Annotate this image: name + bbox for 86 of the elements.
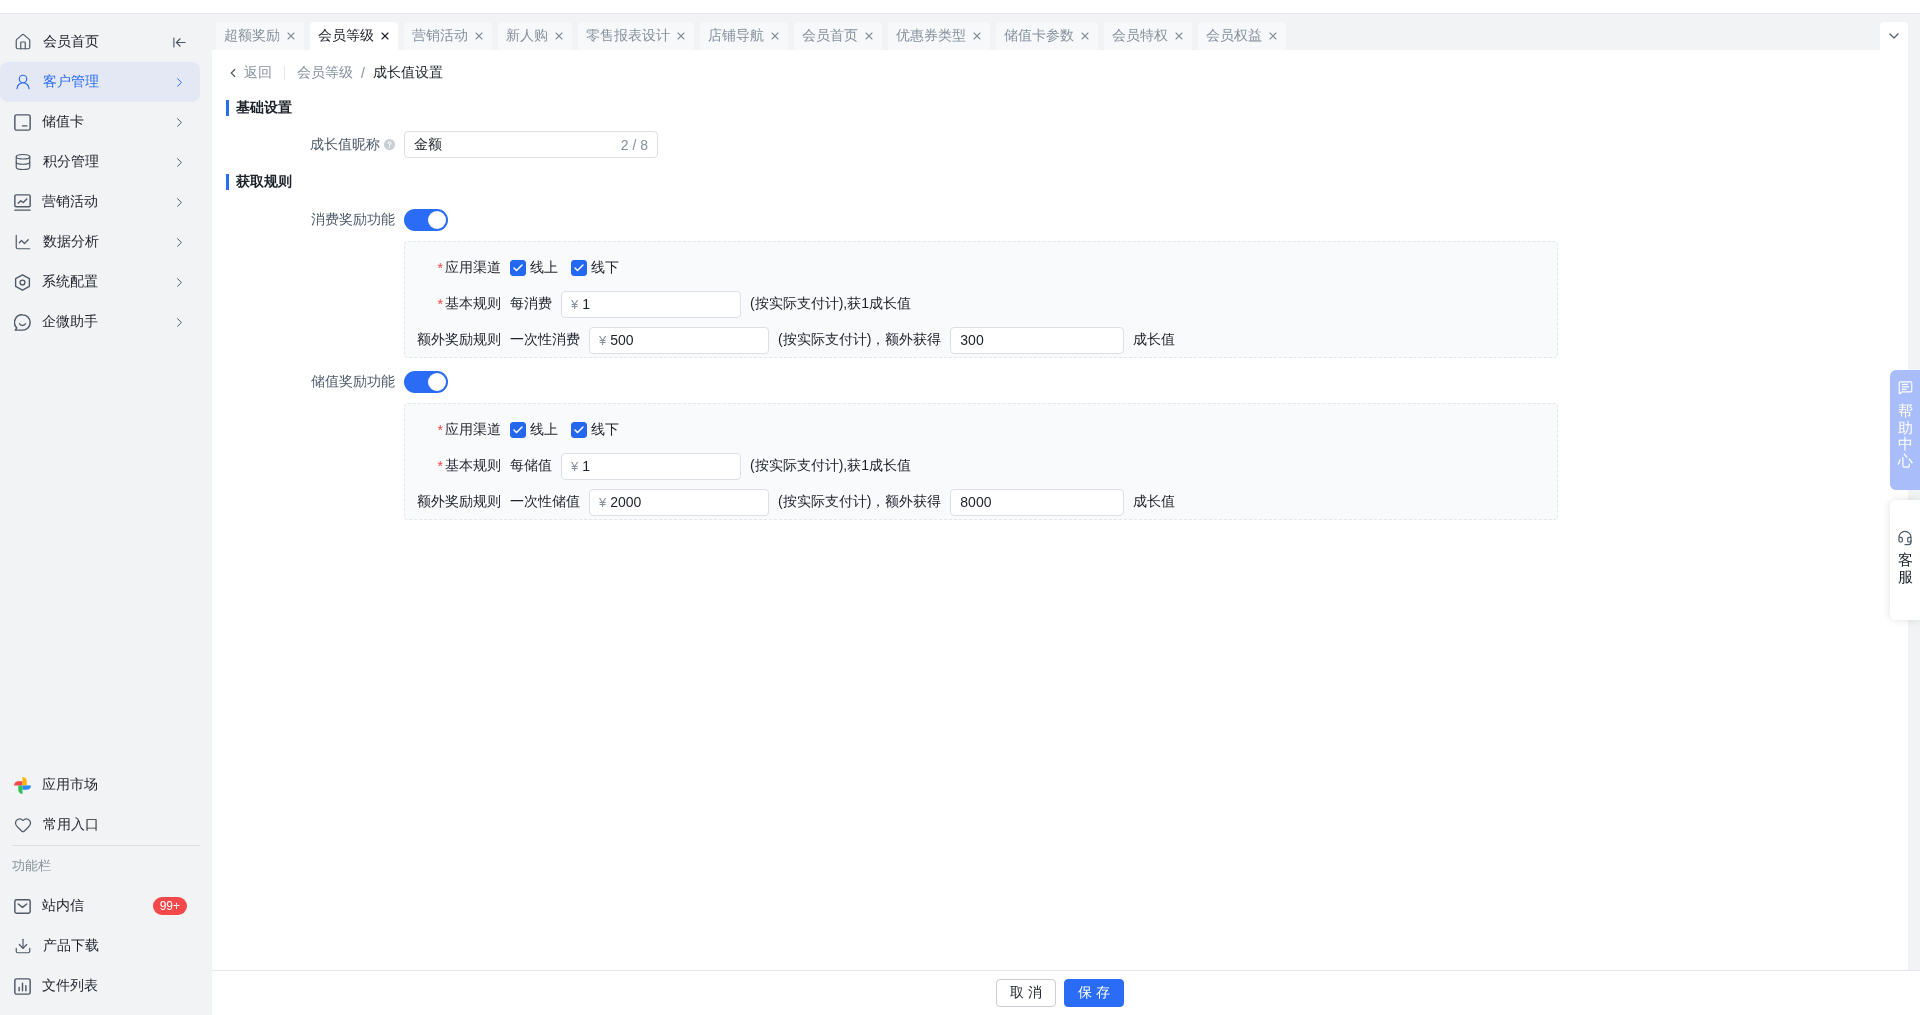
unit-label: 成长值 bbox=[1133, 331, 1176, 349]
pinwheel-icon bbox=[14, 776, 31, 794]
line-chart-icon bbox=[14, 233, 32, 251]
sidebar-item[interactable]: 产品下载 bbox=[0, 926, 200, 966]
form-label: 额外奖励规则 bbox=[417, 493, 501, 511]
save-button[interactable]: 保 存 bbox=[1064, 979, 1124, 1007]
toggle-switch[interactable] bbox=[404, 209, 448, 231]
headset-icon bbox=[1897, 530, 1913, 546]
breadcrumb-separator: / bbox=[361, 65, 365, 81]
checkbox[interactable] bbox=[571, 422, 587, 438]
message-icon bbox=[1897, 380, 1913, 395]
rule-text: 每储值 bbox=[510, 457, 552, 475]
checkbox[interactable] bbox=[510, 422, 526, 438]
hexagon-icon bbox=[14, 273, 31, 291]
chat-bubble-icon bbox=[14, 313, 31, 331]
sidebar-item[interactable]: 客户管理 bbox=[0, 62, 200, 102]
form-label: 储值奖励功能 bbox=[311, 373, 395, 391]
sidebar-item[interactable]: 储值卡 bbox=[0, 102, 200, 142]
checkbox-label: 线上 bbox=[530, 259, 558, 277]
unit-label: 成长值 bbox=[1133, 493, 1176, 511]
rule-text: 一次性消费 bbox=[510, 331, 580, 349]
section-label: 功能栏 bbox=[11, 857, 52, 875]
sidebar-item[interactable]: 文件列表 bbox=[0, 966, 200, 1006]
back-link[interactable]: 返回 bbox=[226, 64, 272, 82]
checkbox-label: 线下 bbox=[591, 259, 619, 277]
rule-text: 每消费 bbox=[510, 295, 552, 313]
help-icon bbox=[384, 139, 395, 150]
form-label: 消费奖励功能 bbox=[311, 211, 395, 229]
download-icon bbox=[14, 937, 32, 955]
sidebar-item[interactable]: 数据分析 bbox=[0, 222, 200, 262]
sidebar-item[interactable]: 系统配置 bbox=[0, 262, 200, 302]
form-label: 基本规则 bbox=[445, 457, 501, 475]
amount-input[interactable]: ¥ 1 bbox=[561, 290, 741, 318]
toggle-switch[interactable] bbox=[404, 371, 448, 393]
screen-chart-icon bbox=[14, 193, 31, 211]
check-icon bbox=[573, 262, 585, 274]
nickname-field[interactable]: 金额 2 / 8 bbox=[404, 131, 658, 158]
sidebar-item[interactable]: 企微助手 bbox=[0, 302, 200, 342]
amount-input[interactable]: ¥ 2000 bbox=[589, 488, 769, 516]
rule-note: (按实际支付计),获1成长值 bbox=[750, 457, 911, 475]
sidebar-item[interactable]: 积分管理 bbox=[0, 142, 200, 182]
sidebar-item[interactable]: 站内信 99+ bbox=[0, 886, 200, 926]
close-icon[interactable] bbox=[379, 30, 391, 42]
check-icon bbox=[512, 424, 524, 436]
reward-input[interactable]: 300 bbox=[950, 326, 1125, 354]
form-label: 成长值昵称 bbox=[310, 135, 380, 154]
heart-icon bbox=[14, 816, 32, 834]
checkbox-label: 线下 bbox=[591, 421, 619, 439]
envelope-icon bbox=[14, 897, 31, 915]
checkbox[interactable] bbox=[571, 260, 587, 276]
check-icon bbox=[573, 424, 585, 436]
form-label: 额外奖励规则 bbox=[417, 331, 501, 349]
service-tab[interactable]: 客服 bbox=[1890, 500, 1920, 620]
cancel-button[interactable]: 取 消 bbox=[996, 979, 1056, 1007]
section-title: 获取规则 bbox=[226, 170, 292, 194]
sidebar-item[interactable]: 常用入口 bbox=[0, 805, 200, 845]
reward-input[interactable]: 8000 bbox=[950, 488, 1125, 516]
form-label: 应用渠道 bbox=[445, 421, 501, 439]
rule-note: (按实际支付计),获1成长值 bbox=[750, 295, 911, 313]
rule-note: (按实际支付计)，额外获得 bbox=[778, 493, 942, 511]
sidebar-item[interactable]: 营销活动 bbox=[0, 182, 200, 222]
checkbox[interactable] bbox=[510, 260, 526, 276]
current-page-title: 成长值设置 bbox=[372, 64, 443, 82]
amount-input[interactable]: ¥ 1 bbox=[561, 452, 741, 480]
count-badge: 99+ bbox=[152, 897, 187, 915]
card-icon bbox=[14, 113, 31, 131]
amount-input[interactable]: ¥ 500 bbox=[589, 326, 769, 354]
required-mark: * bbox=[437, 296, 443, 312]
bar-chart-icon bbox=[14, 977, 31, 995]
form-label: 应用渠道 bbox=[445, 259, 501, 277]
checkbox-label: 线上 bbox=[530, 421, 558, 439]
form-label: 基本规则 bbox=[445, 295, 501, 313]
required-mark: * bbox=[437, 422, 443, 438]
rule-text: 一次性储值 bbox=[510, 493, 580, 511]
check-icon bbox=[512, 262, 524, 274]
database-icon bbox=[14, 153, 32, 171]
house-icon bbox=[14, 33, 32, 51]
required-mark: * bbox=[437, 260, 443, 276]
section-title: 基础设置 bbox=[226, 96, 292, 120]
sidebar-item[interactable]: 应用市场 bbox=[0, 765, 200, 805]
dropdown-button[interactable] bbox=[1880, 22, 1908, 50]
rule-note: (按实际支付计)，额外获得 bbox=[778, 331, 942, 349]
user-icon bbox=[14, 73, 32, 91]
tab[interactable]: 会员等级 bbox=[310, 22, 398, 50]
required-mark: * bbox=[437, 458, 443, 474]
sidebar-item[interactable]: 会员首页 bbox=[0, 22, 200, 62]
